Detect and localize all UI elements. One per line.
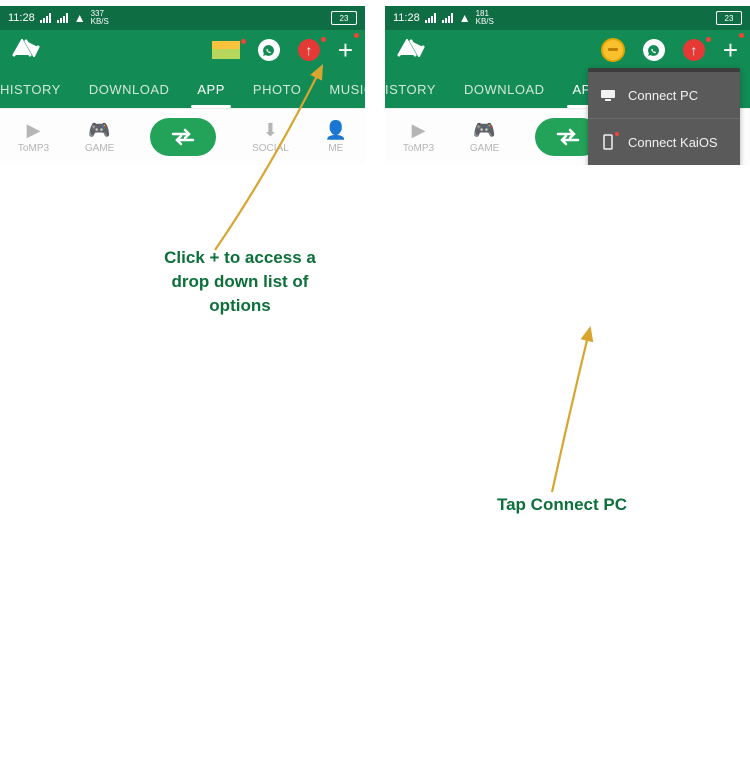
promo-chip[interactable] <box>212 41 240 59</box>
coin-icon[interactable] <box>601 38 625 62</box>
video-icon: ▶ <box>27 120 41 141</box>
tab-download[interactable]: DOWNLOAD <box>450 70 559 108</box>
signal-icon <box>425 13 437 23</box>
signal-icon <box>442 13 454 23</box>
upload-icon[interactable]: ↑ <box>683 39 705 61</box>
plus-dropdown: Connect PC Connect KaiOS Scan Connect Sh… <box>588 68 740 165</box>
nav-tomp3[interactable]: ▶ToMP3 <box>18 120 49 154</box>
tab-download[interactable]: DOWNLOAD <box>75 70 184 108</box>
dropdown-connect-pc[interactable]: Connect PC <box>588 72 740 118</box>
clock: 11:28 <box>393 12 420 24</box>
tab-history[interactable]: HISTORY <box>0 70 75 108</box>
app-header: ↑ + <box>385 30 750 70</box>
plus-icon[interactable]: + <box>338 35 353 66</box>
nav-transfer[interactable] <box>150 118 216 156</box>
tab-history[interactable]: ISTORY <box>385 70 450 108</box>
signal-icon <box>57 13 69 23</box>
gamepad-icon: 🎮 <box>88 120 110 141</box>
upload-icon[interactable]: ↑ <box>298 39 320 61</box>
signal-icon <box>40 13 52 23</box>
annotation-text-1: Click + to access a drop down list of op… <box>155 246 325 317</box>
battery-icon: 23 <box>331 11 357 25</box>
nav-game[interactable]: 🎮GAME <box>85 120 114 154</box>
app-logo-icon <box>397 39 425 62</box>
arrow-1-icon <box>210 60 340 260</box>
annotation-text-2: Tap Connect PC <box>472 493 652 517</box>
nav-tomp3[interactable]: ▶ToMP3 <box>403 120 434 154</box>
screenshot-right: 11:28 ▲ 181KB/S 23 ↑ + <box>385 6 750 165</box>
whatsapp-icon[interactable] <box>258 39 280 61</box>
video-icon: ▶ <box>412 120 426 141</box>
wifi-icon: ▲ <box>459 11 471 25</box>
plus-icon[interactable]: + <box>723 35 738 66</box>
pc-icon <box>600 89 616 101</box>
whatsapp-icon[interactable] <box>643 39 665 61</box>
status-bar: 11:28 ▲ 181KB/S 23 <box>385 6 750 30</box>
status-bar: 11:28 ▲ 337KB/S 23 <box>0 6 365 30</box>
app-logo-icon <box>12 39 40 62</box>
wifi-icon: ▲ <box>74 11 86 25</box>
dropdown-connect-kaios[interactable]: Connect KaiOS <box>588 118 740 165</box>
clock: 11:28 <box>8 12 35 24</box>
arrow-2-icon <box>540 320 620 500</box>
gamepad-icon: 🎮 <box>473 120 495 141</box>
battery-icon: 23 <box>716 11 742 25</box>
nav-game[interactable]: 🎮GAME <box>470 120 499 154</box>
phone-icon <box>600 134 616 150</box>
